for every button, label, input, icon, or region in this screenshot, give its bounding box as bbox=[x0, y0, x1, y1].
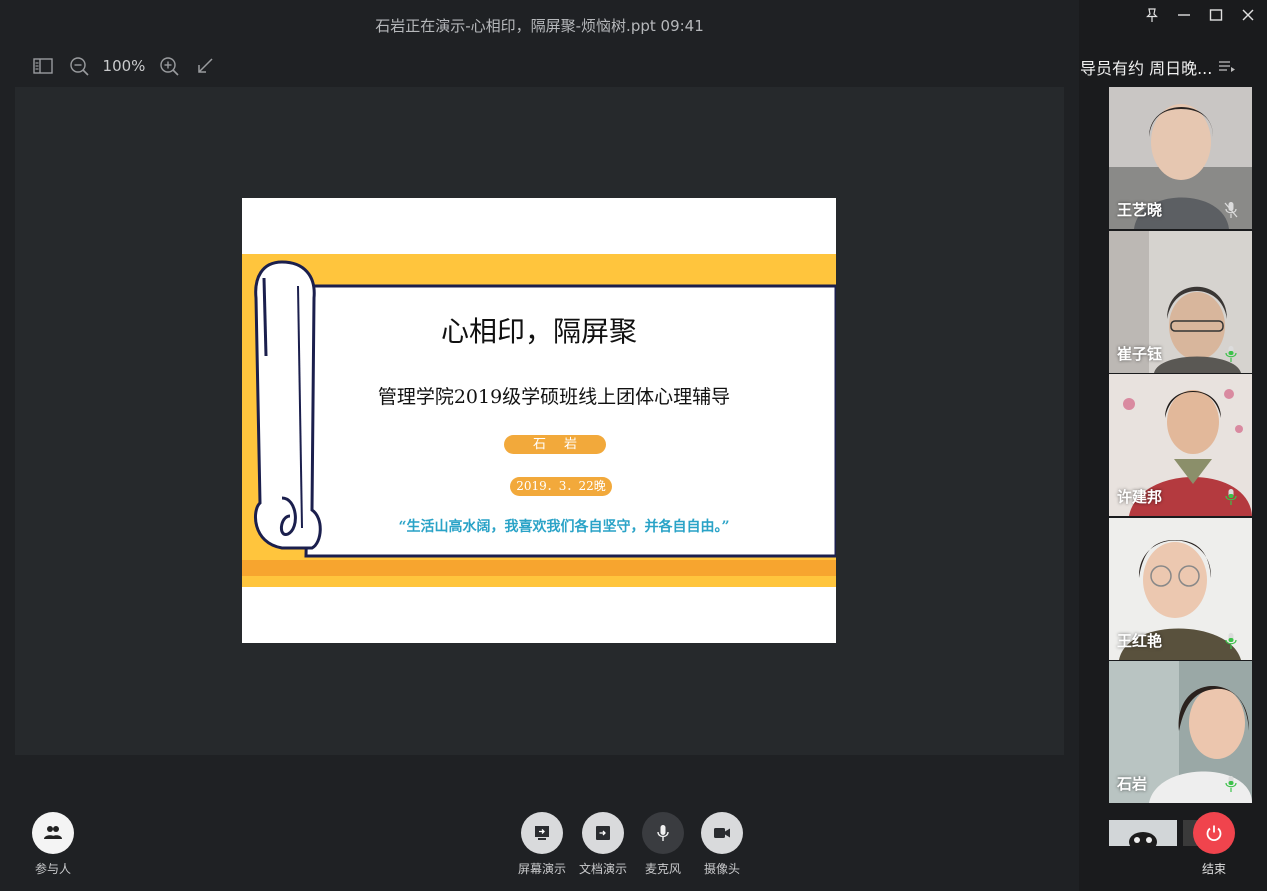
participants-button[interactable]: 参与人 bbox=[32, 812, 74, 877]
doc-share-label: 文档演示 bbox=[579, 862, 628, 876]
participant-name: 崔子钰 bbox=[1117, 345, 1163, 363]
power-icon bbox=[1206, 825, 1222, 842]
zoom-out-icon[interactable] bbox=[66, 53, 92, 79]
end-meeting-button[interactable]: 结束 bbox=[1193, 812, 1235, 877]
mic-active-icon bbox=[1225, 633, 1237, 649]
mic-muted-icon bbox=[1224, 202, 1238, 218]
minimize-icon[interactable] bbox=[1175, 6, 1193, 24]
participant-thumbnail-video bbox=[1109, 820, 1177, 846]
mic-active-icon bbox=[1225, 776, 1237, 792]
viewer-toolbar: 100% bbox=[30, 52, 218, 80]
participant-name: 石岩 bbox=[1117, 775, 1148, 793]
participant-video-tile[interactable]: 许建邦 bbox=[1109, 374, 1252, 516]
participant-name: 王艺晓 bbox=[1117, 201, 1163, 219]
playlist-icon[interactable] bbox=[1218, 60, 1236, 74]
maximize-icon[interactable] bbox=[1207, 6, 1225, 24]
end-meeting-label: 结束 bbox=[1201, 862, 1226, 876]
window-title: 石岩正在演示-心相印，隔屏聚-烦恼树.ppt 09:41 bbox=[375, 16, 704, 35]
participants-label: 参与人 bbox=[34, 862, 71, 876]
presentation-slide: 心相印，隔屏聚 管理学院2019级学硕班线上团体心理辅导 石岩 2019．3．2… bbox=[242, 198, 836, 643]
participant-name: 许建邦 bbox=[1117, 488, 1163, 506]
screen-share-button[interactable]: 屏幕演示 bbox=[518, 812, 566, 877]
participant-name: 王红艳 bbox=[1117, 632, 1163, 650]
slide-date: 2019．3．22晚 bbox=[510, 477, 612, 496]
participant-video-tile[interactable]: 王艺晓 bbox=[1109, 87, 1252, 229]
participant-video-tile[interactable]: 崔子钰 bbox=[1109, 231, 1252, 373]
screen-share-icon bbox=[535, 826, 549, 840]
zoom-level: 100% bbox=[102, 57, 146, 75]
microphone-icon bbox=[657, 825, 669, 841]
main-area: 石岩正在演示-心相印，隔屏聚-烦恼树.ppt 09:41 100% 心相印，隔屏… bbox=[0, 0, 1079, 891]
sidebar-toggle-icon[interactable] bbox=[30, 53, 56, 79]
close-icon[interactable] bbox=[1239, 6, 1257, 24]
doc-share-button[interactable]: 文档演示 bbox=[579, 812, 627, 877]
mic-active-icon bbox=[1225, 489, 1237, 505]
mic-active-icon bbox=[1225, 346, 1237, 362]
scroll-illustration bbox=[242, 254, 836, 587]
microphone-button[interactable]: 麦克风 bbox=[642, 812, 684, 877]
slide-quote: “生活山高水阔，我喜欢我们各自坚守，并各自自由。” bbox=[398, 519, 730, 535]
doc-share-icon bbox=[596, 826, 610, 840]
pin-icon[interactable] bbox=[1143, 6, 1161, 24]
microphone-label: 麦克风 bbox=[644, 862, 681, 876]
title-bar: 石岩正在演示-心相印，隔屏聚-烦恼树.ppt 09:41 bbox=[0, 0, 1079, 50]
shrink-icon[interactable] bbox=[192, 53, 218, 79]
slide-presenter: 石岩 bbox=[504, 435, 606, 454]
meeting-name[interactable]: 导员有约 周日晚... bbox=[1079, 55, 1267, 79]
slide-subtitle: 管理学院2019级学硕班线上团体心理辅导 bbox=[377, 386, 731, 408]
participant-video-tile[interactable]: 王红艳 bbox=[1109, 518, 1252, 660]
participant-thumbnail[interactable] bbox=[1109, 820, 1177, 846]
camera-button[interactable]: 摄像头 bbox=[701, 812, 743, 877]
bottom-control-bar: 参与人 屏幕演示 文档演示 麦克风 摄像头 bbox=[0, 800, 1079, 891]
camera-label: 摄像头 bbox=[703, 862, 740, 876]
participants-panel: 导员有约 周日晚... 王艺晓 崔子钰 许建邦 王红艳 石岩 结束 bbox=[1079, 0, 1267, 891]
window-controls bbox=[1143, 6, 1257, 24]
participants-icon bbox=[44, 826, 62, 839]
slide-title: 心相印，隔屏聚 bbox=[440, 315, 637, 348]
camera-icon bbox=[714, 828, 730, 838]
participant-video-tile[interactable]: 石岩 bbox=[1109, 661, 1252, 803]
zoom-in-icon[interactable] bbox=[156, 53, 182, 79]
screen-share-label: 屏幕演示 bbox=[518, 862, 567, 876]
meeting-name-text: 导员有约 周日晚... bbox=[1080, 59, 1213, 78]
meeting-app: 石岩正在演示-心相印，隔屏聚-烦恼树.ppt 09:41 100% 心相印，隔屏… bbox=[0, 0, 1267, 891]
